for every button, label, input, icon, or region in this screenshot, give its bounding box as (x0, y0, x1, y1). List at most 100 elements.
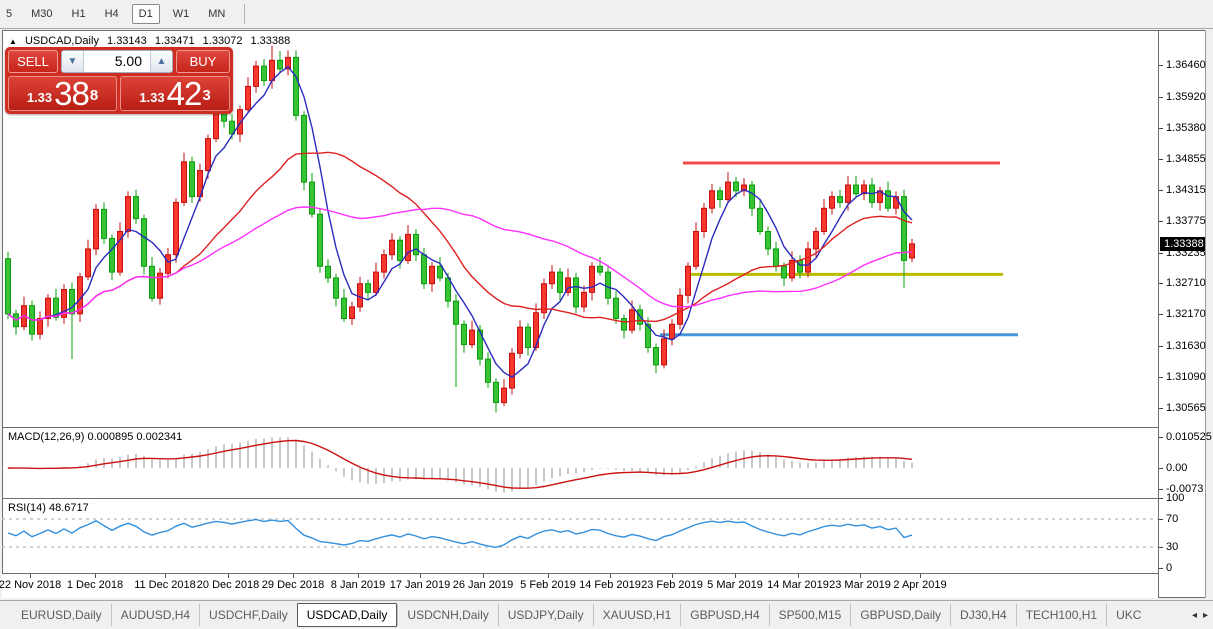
volume-stepper: ▼ 5.00 ▲ (61, 50, 173, 73)
volume-decrease-icon[interactable]: ▼ (62, 51, 84, 72)
timeframe-button-d1[interactable]: D1 (131, 4, 160, 24)
ohlc-low: 1.33072 (202, 35, 243, 47)
axis-tick (1159, 314, 1163, 316)
buy-price-prefix: 1.33 (139, 90, 165, 105)
mt4-window: 5 M30 H1 H4 D1 W1 MN ▲ USDCAD,Daily 1.33143 1.… (0, 0, 1213, 629)
axis-tick (1159, 158, 1163, 160)
date-tick (483, 574, 484, 578)
timeframe-button-5[interactable]: 5 (0, 5, 18, 23)
date-tick (798, 574, 799, 578)
date-axis-label: 2 Apr 2019 (893, 579, 947, 591)
axis-tick (1159, 407, 1163, 409)
buy-price-button[interactable]: 1.33 42 3 (120, 76, 230, 111)
axis-tick (1159, 345, 1163, 347)
date-axis-label: 1 Dec 2018 (66, 579, 124, 591)
axis-tick (1159, 498, 1163, 499)
collapse-chart-icon[interactable]: ▲ (9, 37, 17, 46)
date-axis-label: 17 Jan 2019 (389, 579, 451, 591)
tab-sp500-m15[interactable]: SP500,M15 (768, 604, 851, 626)
timeframe-button-w1[interactable]: W1 (167, 5, 196, 23)
axis-tick (1159, 252, 1163, 254)
tab-scroll-right-icon[interactable]: ▸ (1200, 608, 1211, 623)
axis-tick (1159, 96, 1163, 98)
date-axis-label: 8 Jan 2019 (330, 579, 386, 591)
axis-tick (1159, 489, 1163, 491)
rsi-axis-label: 100 (1166, 492, 1185, 504)
ohlc-open: 1.33143 (107, 35, 147, 47)
trade-widget: SELL ▼ 5.00 ▲ BUY 1.33 38 8 1.33 42 3 (5, 47, 233, 114)
tab-dj30-h4[interactable]: DJ30,H4 (950, 604, 1016, 626)
date-axis-label: 5 Mar 2019 (707, 579, 763, 591)
date-tick (358, 574, 359, 578)
volume-input[interactable]: 5.00 (84, 51, 150, 72)
date-tick (228, 574, 229, 578)
date-axis-label: 14 Mar 2019 (767, 579, 829, 591)
tab-scroll-left-icon[interactable]: ◂ (1189, 608, 1200, 623)
tab-tech100-h1[interactable]: TECH100,H1 (1015, 604, 1106, 626)
price-axis-label: 1.35920 (1166, 90, 1206, 103)
timeframe-button-h1[interactable]: H1 (66, 5, 92, 23)
timeframe-button-mn[interactable]: MN (202, 5, 231, 23)
date-axis-label: 5 Feb 2019 (520, 579, 576, 591)
chart-symbol-label: USDCAD,Daily (24, 35, 99, 47)
sell-price-button[interactable]: 1.33 38 8 (8, 76, 117, 111)
date-tick (420, 574, 421, 578)
rsi-axis-label: 30 (1166, 541, 1179, 553)
tab-usdjpy-daily[interactable]: USDJPY,Daily (497, 604, 593, 626)
price-axis-label: 1.35380 (1166, 122, 1206, 135)
tab-ukc[interactable]: UKC (1106, 604, 1150, 626)
tab-gbpusd-h4[interactable]: GBPUSD,H4 (680, 604, 768, 626)
macd-axis-label: 0.010525 (1166, 431, 1212, 443)
axis-tick (1159, 221, 1163, 223)
rsi-axis-label: 0 (1166, 562, 1173, 574)
panel-separator[interactable] (2, 427, 1205, 428)
rsi-indicator-label: RSI(14) 48.6717 (8, 502, 89, 514)
buy-price-sup: 3 (202, 87, 211, 104)
timeframe-button-h4[interactable]: H4 (99, 5, 125, 23)
sell-price-big: 38 (54, 75, 90, 112)
volume-increase-icon[interactable]: ▲ (150, 51, 172, 72)
timeframe-button-m30[interactable]: M30 (25, 5, 58, 23)
axis-tick (1159, 377, 1163, 379)
tab-eurusd-daily[interactable]: EURUSD,Daily (12, 604, 111, 626)
axis-tick (1159, 128, 1163, 130)
axis-tick (1159, 547, 1163, 548)
ohlc-close: 1.33388 (250, 35, 291, 47)
date-tick (95, 574, 96, 578)
date-tick (293, 574, 294, 578)
axis-tick (1159, 568, 1163, 569)
panel-separator[interactable] (2, 573, 1205, 574)
tab-audusd-h4[interactable]: AUDUSD,H4 (110, 604, 199, 626)
date-tick (672, 574, 673, 578)
date-axis-label: 22 Nov 2018 (0, 579, 62, 591)
date-axis-label: 29 Dec 2018 (261, 579, 325, 591)
price-axis-label: 1.34855 (1166, 152, 1206, 165)
price-axis[interactable]: 1.36460 1.35920 1.35380 1.34855 1.34315 1.337… (1158, 31, 1212, 597)
panel-separator[interactable] (2, 498, 1205, 499)
rsi-panel-canvas[interactable] (2, 499, 1158, 573)
tab-gbpusd-daily[interactable]: GBPUSD,Daily (850, 604, 950, 626)
window-right-edge (1205, 30, 1213, 598)
date-axis-label: 26 Jan 2019 (452, 579, 514, 591)
macd-indicator-label: MACD(12,26,9) 0.000895 0.002341 (8, 431, 183, 443)
tab-usdchf-daily[interactable]: USDCHF,Daily (199, 604, 297, 626)
date-axis-label: 23 Mar 2019 (829, 579, 891, 591)
date-tick (610, 574, 611, 578)
sell-button[interactable]: SELL (8, 50, 58, 73)
date-axis-label: 20 Dec 2018 (196, 579, 260, 591)
price-axis-label: 1.30565 (1166, 401, 1206, 414)
date-axis-label: 11 Dec 2018 (134, 579, 196, 591)
tab-usdcad-daily[interactable]: USDCAD,Daily (296, 603, 398, 627)
chart-tab-bar: EURUSD,Daily AUDUSD,H4 USDCHF,Daily USDCAD,… (0, 600, 1213, 629)
date-tick (548, 574, 549, 578)
tab-xauusd-h1[interactable]: XAUUSD,H1 (592, 604, 681, 626)
date-tick (735, 574, 736, 578)
tab-scroll-controls: ◂ ▸ (1189, 608, 1211, 623)
price-axis-label: 1.33775 (1166, 215, 1206, 228)
date-tick (165, 574, 166, 578)
buy-button[interactable]: BUY (176, 50, 230, 73)
toolbar-separator (244, 4, 246, 24)
tab-usdcnh-daily[interactable]: USDCNH,Daily (397, 604, 497, 626)
axis-tick (1159, 519, 1163, 520)
date-axis[interactable]: 22 Nov 2018 1 Dec 2018 11 Dec 2018 20 Dec 2… (0, 574, 1158, 598)
